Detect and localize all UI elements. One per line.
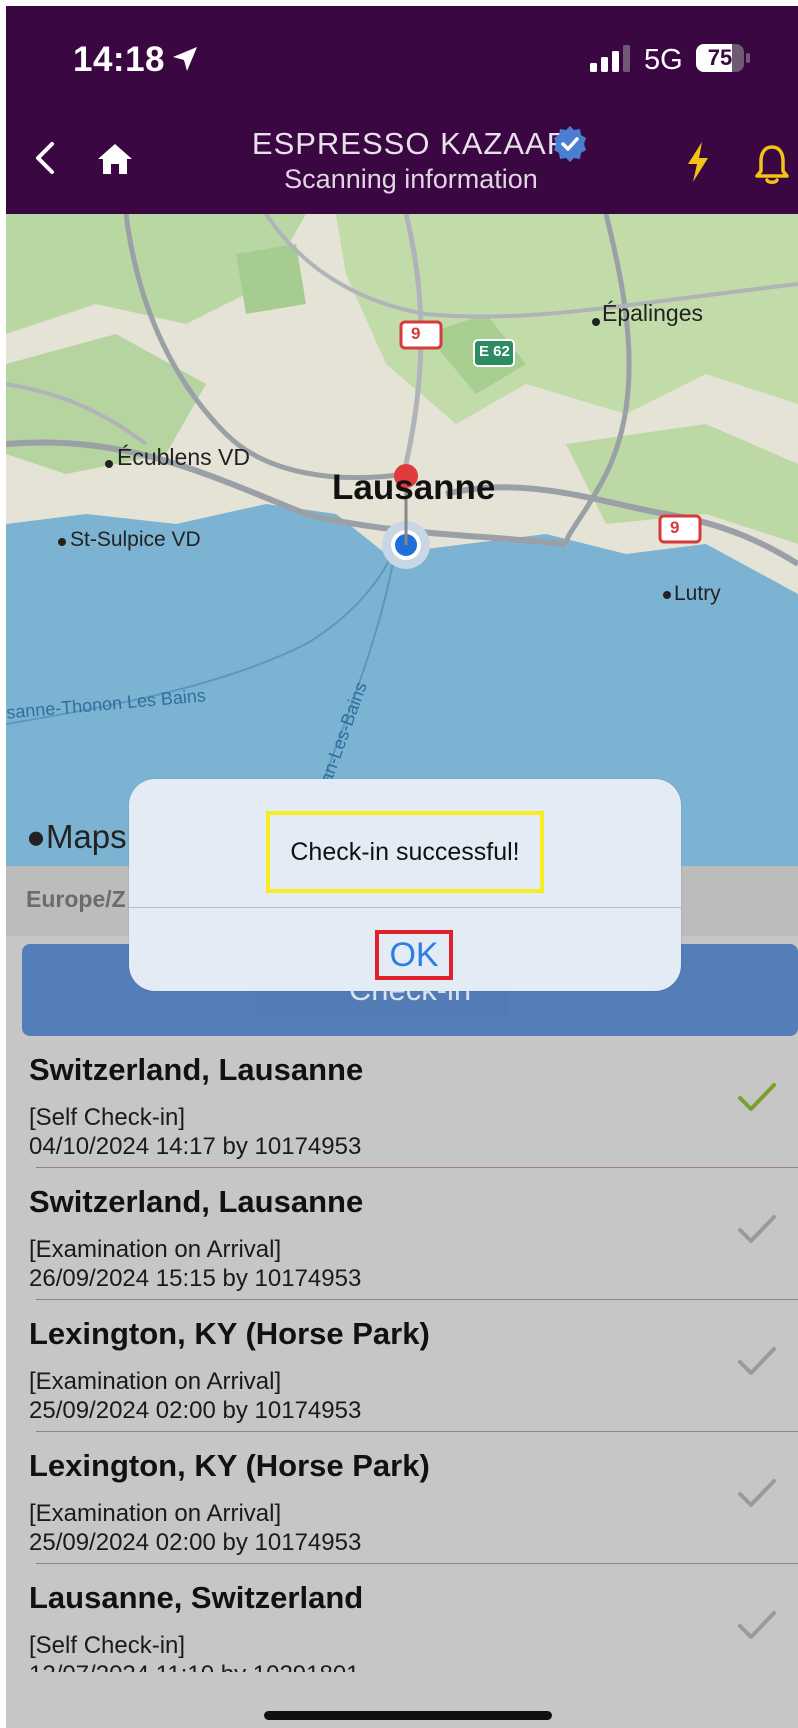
map-label-lausanne: Lausanne [332,468,496,507]
item-location: Lexington, KY (Horse Park) [29,1316,430,1351]
list-item[interactable]: Switzerland, Lausanne [Examination on Ar… [6,1168,798,1300]
alert-dialog: Check-in successful! OK [129,779,681,991]
bolt-icon[interactable] [682,140,714,184]
bell-icon[interactable] [752,142,792,186]
alert-message: Check-in successful! [266,811,544,893]
battery-icon: 75 [696,44,752,74]
road-badge-9: 9 [411,324,421,343]
timezone-label: Europe/Z [26,886,126,912]
item-date: 25/09/2024 02:00 by 10174953 [29,1397,362,1424]
road-badge-e62: E 62 [479,343,510,360]
alert-separator [129,907,681,908]
page-subtitle: Scanning information [284,164,538,194]
item-type: [Examination on Arrival] [29,1500,282,1527]
checkmark-icon [738,1347,776,1375]
map-label-ecublens: Écublens VD [117,444,250,470]
item-location: Lausanne, Switzerland [29,1580,364,1615]
ok-button[interactable]: OK [375,930,453,980]
checkin-list: Switzerland, Lausanne [Self Check-in] 04… [6,1036,798,1672]
verified-badge-icon [554,126,586,162]
home-indicator[interactable] [264,1711,552,1720]
app-header: 14:18 5G 75 ESPRESSO KAZAAR Scanning inf… [6,6,798,214]
item-date: 26/09/2024 15:15 by 10174953 [29,1265,362,1292]
map-label-epalinges: Épalinges [602,300,704,326]
app-screen: 14:18 5G 75 ESPRESSO KAZAAR Scanning inf… [6,6,798,1728]
item-date: 04/10/2024 14:17 by 10174953 [29,1133,362,1160]
item-type: [Examination on Arrival] [29,1236,282,1263]
status-time: 14:18 [73,40,166,79]
road-badge-9-east: 9 [670,518,680,537]
checkmark-icon [738,1479,776,1507]
list-item[interactable]: Switzerland, Lausanne [Self Check-in] 04… [6,1036,798,1168]
item-location: Lexington, KY (Horse Park) [29,1448,430,1483]
item-location: Switzerland, Lausanne [29,1052,364,1087]
maps-attribution: ●Maps [26,818,127,855]
apple-logo-icon: ● [26,818,46,855]
item-type: [Self Check-in] [29,1632,186,1659]
item-type: [Examination on Arrival] [29,1368,282,1395]
network-label: 5G [644,44,683,76]
list-item[interactable]: Lexington, KY (Horse Park) [Examination … [6,1432,798,1564]
battery-level: 75 [707,45,733,70]
item-date: 25/09/2024 02:00 by 10174953 [29,1529,362,1556]
page-title: ESPRESSO KAZAAR [251,126,571,161]
item-location: Switzerland, Lausanne [29,1184,364,1219]
location-arrow-icon [173,47,197,71]
list-item[interactable]: Lexington, KY (Horse Park) [Examination … [6,1300,798,1432]
checkmark-icon [738,1083,776,1111]
map-label-st-sulpice: St-Sulpice VD [70,528,201,551]
list-item[interactable]: Lausanne, Switzerland [Self Check-in] 12… [6,1564,798,1672]
checkmark-icon [738,1215,776,1243]
map-label-lutry: Lutry [674,582,721,605]
item-date: 12/07/2024 11:10 by 10291801 [29,1661,360,1672]
checkmark-icon [738,1611,776,1639]
map-view[interactable]: Épalinges Écublens VD Lausanne St-Sulpic… [6,214,798,866]
cellular-signal-icon [590,45,630,72]
item-type: [Self Check-in] [29,1104,186,1131]
